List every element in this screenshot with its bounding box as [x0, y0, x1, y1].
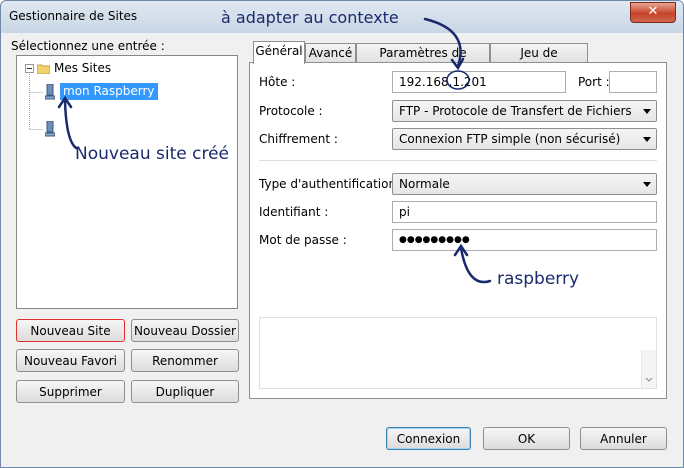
- tab-general[interactable]: Général: [253, 41, 305, 64]
- annotation-password: raspberry: [497, 269, 580, 289]
- annotation-new-site: Nouveau site créé: [75, 144, 229, 164]
- annotation-arrows: [57, 17, 492, 284]
